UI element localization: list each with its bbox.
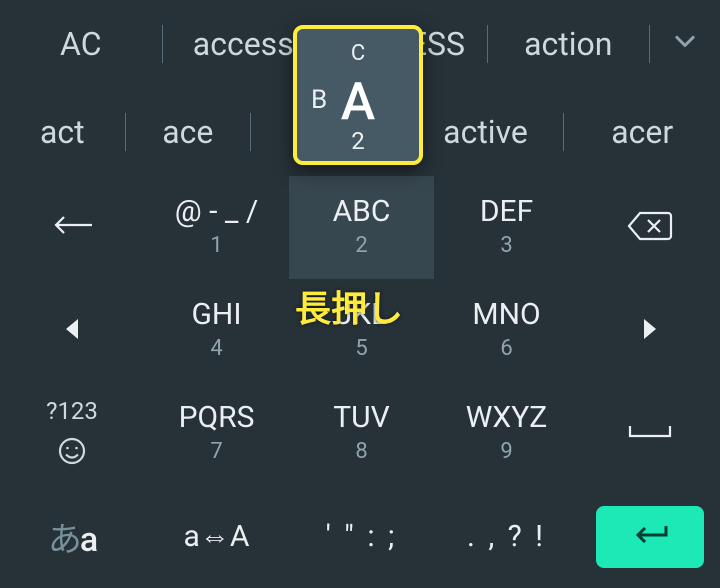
space-key[interactable] [579,382,720,485]
key-3[interactable]: DEF 3 [434,176,579,279]
key-sub-label: 7 [210,439,222,464]
popup-top-char[interactable]: C [351,41,365,66]
popup-left-char[interactable]: B [311,85,327,115]
key-sub-label: 5 [355,336,367,361]
key-main-label: GHI [192,300,242,330]
suggestion-item[interactable]: acer [564,113,720,151]
key-main-label: WXYZ [466,403,547,433]
key-7[interactable]: PQRS 7 [144,382,289,485]
enter-pill [596,506,704,568]
key-main-label: ABC [333,197,391,227]
key-main-label: ' " : ; [326,519,398,554]
symbols-mode-label: ?123 [46,397,98,425]
longpress-popup[interactable]: C B A 2 [293,25,423,165]
popup-bottom-char[interactable]: 2 [351,127,365,155]
case-toggle-key[interactable]: a⇔A [144,485,289,588]
case-toggle-label: a⇔A [184,522,250,552]
reverse-key[interactable] [0,176,144,279]
key-main-label: PQRS [179,403,255,433]
key-main-label: @ - _ / [175,197,258,227]
key-9[interactable]: WXYZ 9 [434,382,579,485]
key-2[interactable]: ABC 2 [289,176,434,279]
reverse-arrow-icon [46,211,98,245]
suggestion-item[interactable]: act [0,113,125,151]
enter-key[interactable] [579,485,720,588]
key-6[interactable]: MNO 6 [434,279,579,382]
key-sub-label: 6 [500,336,512,361]
key-sub-label: 3 [500,233,512,258]
key-4[interactable]: GHI 4 [144,279,289,382]
key-sub-label: 2 [355,233,367,258]
key-main-label: TUV [333,403,389,433]
triangle-right-icon [639,316,661,346]
symbols-mode-key[interactable]: ?123 [0,382,144,485]
space-icon [626,422,674,446]
key-sub-label: 1 [210,233,222,258]
backspace-key[interactable] [579,176,720,279]
emoji-icon [56,435,88,471]
key-sub-label: 4 [210,336,222,361]
key-8[interactable]: TUV 8 [289,382,434,485]
language-switch-key[interactable]: あa [0,485,144,588]
triangle-left-icon [61,316,83,346]
language-switch-label: あa [48,512,96,561]
longpress-annotation: 長押し [295,280,403,332]
key-main-label: MNO [472,300,540,330]
backspace-icon [626,209,674,247]
punct-key-2[interactable]: . , ? ! [434,485,579,588]
keypad: @ - _ / 1 ABC 2 DEF 3 GHI 4 JKL 5 MNO 6 [0,176,720,588]
enter-icon [628,521,672,553]
key-main-label: . , ? ! [467,519,546,554]
key-1[interactable]: @ - _ / 1 [144,176,289,279]
key-main-label: DEF [480,197,533,227]
chevron-down-icon [671,28,699,60]
suggestion-item[interactable]: AC [0,25,162,63]
key-sub-label: 8 [355,439,367,464]
suggestion-item[interactable]: action [488,25,650,63]
key-sub-label: 9 [500,439,512,464]
expand-suggestions-button[interactable] [650,28,720,60]
suggestion-item[interactable]: active [408,113,564,151]
punct-key-1[interactable]: ' " : ; [289,485,434,588]
cursor-right-key[interactable] [579,279,720,382]
cursor-left-key[interactable] [0,279,144,382]
suggestion-item[interactable]: ace [126,113,251,151]
popup-center-char[interactable]: A [341,71,375,132]
